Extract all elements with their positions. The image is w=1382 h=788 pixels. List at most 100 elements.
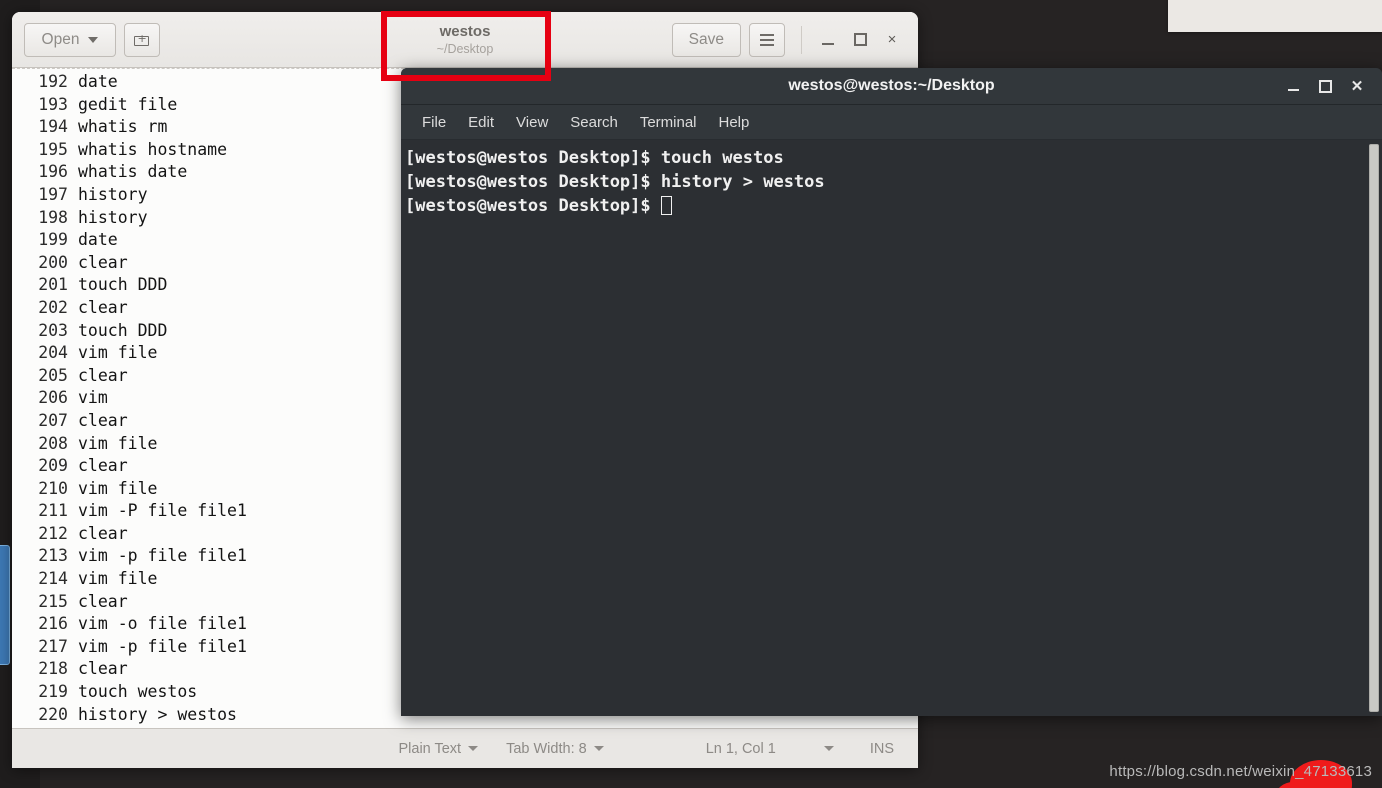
editor-line-number: 195 [38, 139, 68, 159]
editor-line-number: 220 [38, 704, 68, 724]
status-cursor-position: Ln 1, Col 1 [692, 741, 810, 757]
status-position-label: Ln 1, Col 1 [705, 740, 776, 757]
open-button-label: Open [41, 30, 80, 48]
editor-line-number: 197 [38, 184, 68, 204]
status-insert-mode[interactable]: INS [848, 741, 900, 757]
editor-line-number: 200 [38, 252, 68, 272]
new-document-button[interactable] [124, 22, 160, 57]
editor-line-number: 205 [38, 365, 68, 385]
editor-line-number: 202 [38, 297, 68, 317]
editor-line-text: vim file [78, 433, 158, 453]
background-window-sliver[interactable] [1168, 0, 1382, 32]
open-button[interactable]: Open [24, 22, 116, 57]
terminal-title: westos@westos:~/Desktop [788, 77, 995, 94]
editor-line-text: vim file [78, 569, 158, 589]
hamburger-menu-icon [760, 33, 774, 46]
editor-line-text: clear [78, 456, 128, 476]
status-tab-width-selector[interactable]: Tab Width: 8 [492, 741, 618, 757]
chevron-down-icon [468, 746, 479, 751]
terminal-scrollbar[interactable] [1366, 140, 1382, 716]
editor-line-number: 213 [38, 546, 68, 566]
gedit-header-bar: Open westos ~/Desktop Save [12, 12, 918, 68]
editor-line-text: vim file [78, 343, 158, 363]
terminal-window-controls: ✕ [1282, 75, 1382, 97]
terminal-prompt-line: [westos@westos Desktop]$ [405, 194, 1366, 218]
terminal-cursor [660, 196, 672, 215]
editor-line-number: 193 [38, 94, 68, 114]
editor-line-number: 196 [38, 162, 68, 182]
gedit-header-left-group: Open [24, 22, 160, 57]
chevron-down-icon [823, 746, 834, 751]
editor-line-text: clear [78, 591, 128, 611]
gedit-document-title: westos [439, 22, 491, 40]
editor-line-number: 206 [38, 388, 68, 408]
terminal-maximize-button[interactable] [1314, 75, 1336, 97]
editor-line-text: clear [78, 523, 128, 543]
terminal-menu-help[interactable]: Help [710, 111, 759, 134]
editor-line-text: touch DDD [78, 320, 168, 340]
editor-line-number: 201 [38, 275, 68, 295]
editor-line-number: 218 [38, 659, 68, 679]
terminal-prompt: [westos@westos Desktop]$ [405, 196, 661, 216]
terminal-scrollbar-thumb[interactable] [1369, 144, 1379, 712]
editor-line-number: 204 [38, 343, 68, 363]
terminal-title-bar[interactable]: westos@westos:~/Desktop ✕ [401, 68, 1382, 105]
terminal-menu-view[interactable]: View [507, 111, 557, 134]
editor-line-number: 214 [38, 569, 68, 589]
status-position-dropdown[interactable] [810, 746, 848, 751]
editor-line-number: 198 [38, 207, 68, 227]
terminal-menu-search[interactable]: Search [561, 111, 627, 134]
status-language-selector[interactable]: Plain Text [384, 741, 492, 757]
editor-line-number: 216 [38, 614, 68, 634]
gedit-minimize-button[interactable] [814, 26, 842, 54]
editor-line-text: clear [78, 365, 128, 385]
save-button[interactable]: Save [671, 22, 741, 57]
editor-line-text: history [78, 184, 148, 204]
dock-active-indicator[interactable] [0, 545, 10, 665]
terminal-menu-edit[interactable]: Edit [459, 111, 503, 134]
terminal-line: [westos@westos Desktop]$ touch westos [405, 148, 784, 168]
editor-line-text: clear [78, 252, 128, 272]
editor-line-number: 203 [38, 320, 68, 340]
editor-line-number: 212 [38, 523, 68, 543]
editor-line-text: date [78, 72, 118, 91]
editor-line-text: touch westos [78, 682, 198, 702]
gedit-maximize-button[interactable] [846, 26, 874, 54]
status-insert-mode-label: INS [869, 740, 894, 757]
editor-line-text: clear [78, 297, 128, 317]
terminal-minimize-button[interactable] [1282, 75, 1304, 97]
editor-line-text: whatis rm [78, 117, 168, 137]
editor-line-text: date [78, 230, 118, 250]
status-tab-width-label: Tab Width: 8 [506, 740, 587, 757]
terminal-output[interactable]: [westos@westos Desktop]$ touch westos [we… [401, 140, 1366, 716]
terminal-menu-bar: File Edit View Search Terminal Help [401, 105, 1382, 140]
chevron-down-icon [88, 36, 99, 43]
editor-line-text: touch DDD [78, 275, 168, 295]
editor-line-text: vim -P file file1 [78, 501, 247, 521]
editor-line-number: 208 [38, 433, 68, 453]
editor-line-number: 207 [38, 410, 68, 430]
terminal-menu-terminal[interactable]: Terminal [631, 111, 706, 134]
editor-line-number: 211 [38, 501, 68, 521]
terminal-close-button[interactable]: ✕ [1346, 75, 1368, 97]
editor-line-text: clear [78, 659, 128, 679]
status-language-label: Plain Text [398, 740, 462, 757]
terminal-content-wrapper: [westos@westos Desktop]$ touch westos [we… [401, 140, 1382, 716]
editor-line-number: 210 [38, 478, 68, 498]
terminal-window: westos@westos:~/Desktop ✕ File Edit View Se… [401, 68, 1382, 716]
editor-line-text: gedit file [78, 94, 178, 114]
editor-line-text: vim -o file file1 [78, 614, 247, 634]
screenshot-root: Open westos ~/Desktop Save [0, 0, 1382, 788]
editor-line-text: vim file [78, 478, 158, 498]
gedit-close-button[interactable]: × [878, 26, 906, 54]
editor-line-text: vim -p file file1 [78, 546, 247, 566]
editor-line-number: 217 [38, 636, 68, 656]
gedit-status-bar: Plain Text Tab Width: 8 Ln 1, Col 1 INS [12, 728, 918, 768]
gedit-menu-button[interactable] [749, 22, 785, 57]
editor-line-text: vim [78, 388, 108, 408]
editor-line-text: vim -p file file1 [78, 636, 247, 656]
editor-line-text: history > westos [78, 704, 237, 724]
editor-line-text: whatis hostname [78, 139, 228, 159]
terminal-menu-file[interactable]: File [413, 111, 455, 134]
watermark-url: https://blog.csdn.net/weixin_47133613 [1109, 763, 1372, 780]
